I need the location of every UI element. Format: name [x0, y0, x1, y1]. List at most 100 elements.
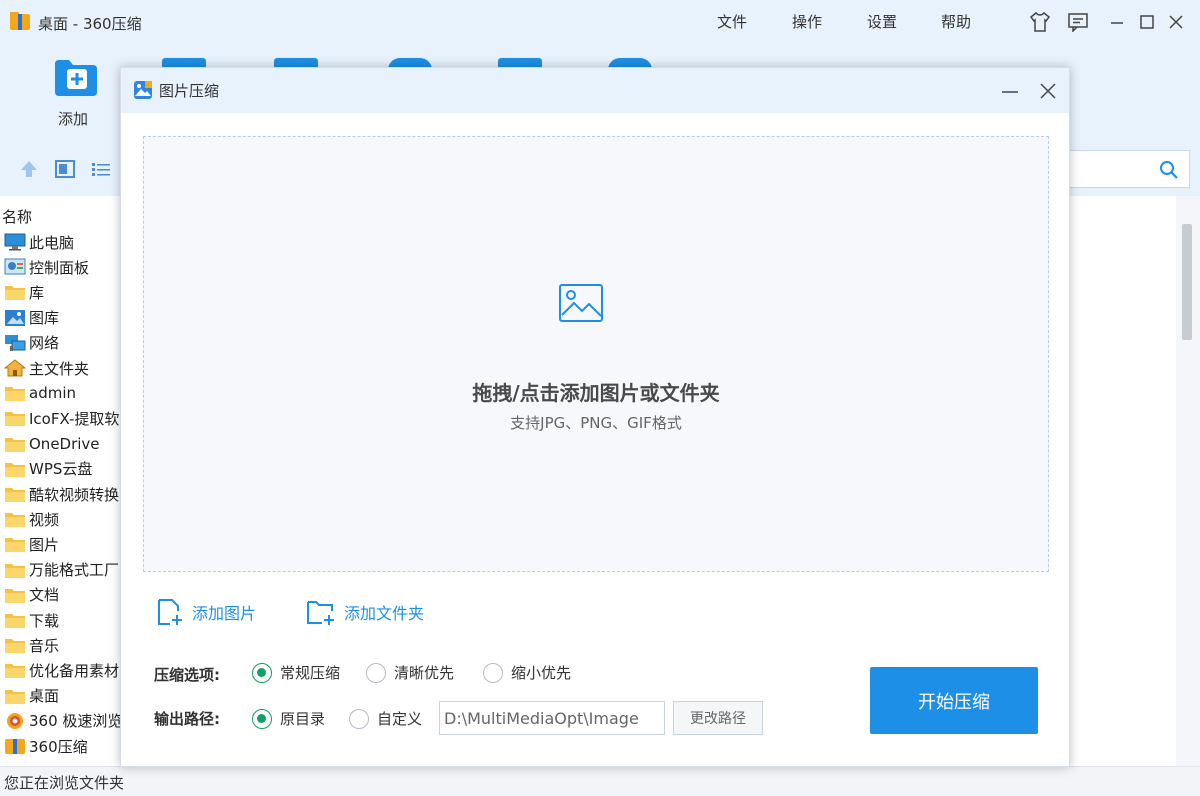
folder-icon [4, 435, 26, 453]
browser-icon [4, 712, 26, 730]
radio-label: 自定义 [377, 710, 423, 728]
list-view-icon[interactable] [90, 159, 112, 179]
folder-icon [4, 283, 26, 301]
image-compress-icon [134, 81, 152, 99]
dialog-title: 图片压缩 [159, 82, 220, 100]
list-item[interactable]: 视频 [4, 507, 124, 531]
list-item-label: 控制面板 [29, 258, 90, 277]
control-panel-icon [4, 258, 26, 276]
radio-circle[interactable] [252, 708, 272, 729]
folder-icon [4, 586, 26, 604]
list-item[interactable]: 音乐 [4, 633, 124, 657]
home-icon [4, 359, 27, 377]
app-titlebar: 桌面 - 360压缩 文件 操作 设置 帮助 [0, 0, 1200, 44]
archive-icon [4, 737, 26, 755]
list-item-label: WPS云盘 [29, 460, 93, 479]
list-item[interactable]: 网络 [4, 331, 124, 355]
minimize-icon[interactable] [1104, 9, 1130, 35]
list-item-label: admin [29, 384, 76, 403]
list-item[interactable]: IcoFX-提取软 [4, 406, 124, 430]
menu-operation[interactable]: 操作 [792, 11, 822, 32]
feedback-icon[interactable] [1065, 9, 1091, 35]
search-box[interactable] [1060, 150, 1190, 188]
add-button[interactable]: 添加 [44, 58, 102, 129]
folder-icon [4, 485, 26, 503]
add-image-label: 添加图片 [192, 604, 257, 623]
menu-file[interactable]: 文件 [717, 11, 747, 32]
radio-label: 常规压缩 [280, 664, 341, 682]
thumbnail-view-icon[interactable] [54, 159, 76, 179]
list-item[interactable]: 360压缩 [4, 734, 124, 758]
app-title: 桌面 - 360压缩 [38, 15, 142, 33]
scrollbar-thumb[interactable] [1182, 224, 1192, 340]
list-item[interactable]: 主文件夹 [4, 356, 124, 380]
add-file-icon [158, 599, 182, 625]
dialog-minimize-icon[interactable] [997, 78, 1023, 104]
status-text: 您正在浏览文件夹 [4, 774, 125, 792]
list-item[interactable]: OneDrive [4, 432, 124, 456]
list-item[interactable]: 图库 [4, 306, 124, 330]
list-item[interactable]: admin [4, 381, 124, 405]
skin-icon[interactable] [1027, 9, 1053, 35]
list-item-label: 图库 [29, 309, 60, 328]
radio-circle[interactable] [349, 708, 369, 729]
column-header-name[interactable]: 名称 [2, 206, 32, 227]
radio-circle[interactable] [483, 662, 503, 683]
list-item[interactable]: 控制面板 [4, 255, 124, 279]
list-item[interactable]: WPS云盘 [4, 457, 124, 481]
menu-settings[interactable]: 设置 [867, 11, 897, 32]
list-item[interactable]: 此电脑 [4, 230, 124, 254]
radio-circle[interactable] [366, 662, 386, 683]
close-icon[interactable] [1163, 9, 1189, 35]
list-item-label: 视频 [29, 510, 60, 529]
scrollbar[interactable] [1176, 196, 1200, 766]
radio-clarity-first[interactable]: 清晰优先 [366, 662, 454, 683]
radio-original-dir[interactable]: 原目录 [252, 708, 325, 729]
dialog-close-icon[interactable] [1035, 78, 1061, 104]
compress-options-label: 压缩选项: [154, 666, 220, 684]
list-item[interactable]: 图片 [4, 532, 124, 556]
add-button-label: 添加 [57, 110, 88, 128]
drop-zone[interactable]: 拖拽/点击添加图片或文件夹 支持JPG、PNG、GIF格式 [143, 136, 1049, 572]
list-item-label: 万能格式工厂 [29, 561, 120, 580]
search-icon[interactable] [1159, 160, 1179, 180]
folder-icon [4, 611, 26, 629]
radio-circle[interactable] [252, 662, 272, 683]
radio-size-first[interactable]: 缩小优先 [483, 662, 571, 683]
folder-icon [4, 535, 26, 553]
list-item-label: 酷软视频转换 [29, 485, 120, 504]
folder-icon [4, 384, 26, 402]
list-item-label: OneDrive [29, 434, 100, 453]
list-item-label: 文档 [29, 586, 60, 605]
list-item-label: 360压缩 [29, 737, 88, 756]
list-item[interactable]: 库 [4, 280, 124, 304]
dialog-titlebar: 图片压缩 [121, 68, 1069, 113]
output-path-label: 输出路径: [154, 710, 220, 728]
list-item-label: 此电脑 [29, 233, 75, 252]
change-path-button[interactable]: 更改路径 [673, 701, 763, 735]
radio-normal-compress[interactable]: 常规压缩 [252, 662, 340, 683]
status-bar: 您正在浏览文件夹 [0, 766, 1200, 796]
list-item-label: 网络 [29, 334, 60, 353]
add-image-button[interactable]: 添加图片 [156, 596, 256, 628]
radio-custom-dir[interactable]: 自定义 [349, 708, 422, 729]
list-item[interactable]: 酷软视频转换 [4, 482, 124, 506]
menu-help[interactable]: 帮助 [941, 11, 971, 32]
list-item[interactable]: 文档 [4, 583, 124, 607]
list-item[interactable]: 万能格式工厂 [4, 558, 124, 582]
start-compress-button[interactable]: 开始压缩 [870, 667, 1038, 734]
app-logo-icon [10, 12, 30, 30]
list-item[interactable]: 优化备用素材 [4, 658, 124, 682]
list-item[interactable]: 桌面 [4, 684, 124, 708]
radio-label: 清晰优先 [394, 664, 455, 682]
list-item[interactable]: 下载 [4, 608, 124, 632]
up-arrow-icon[interactable] [18, 159, 40, 179]
maximize-icon[interactable] [1134, 9, 1160, 35]
list-item-label: IcoFX-提取软 [29, 409, 120, 428]
network-icon [4, 334, 26, 352]
list-item[interactable]: 360 极速浏览 [4, 709, 124, 733]
folder-icon [4, 661, 26, 679]
radio-label: 缩小优先 [511, 664, 572, 682]
add-folder-button[interactable]: 添加文件夹 [306, 596, 424, 628]
output-path-input[interactable] [439, 701, 665, 735]
